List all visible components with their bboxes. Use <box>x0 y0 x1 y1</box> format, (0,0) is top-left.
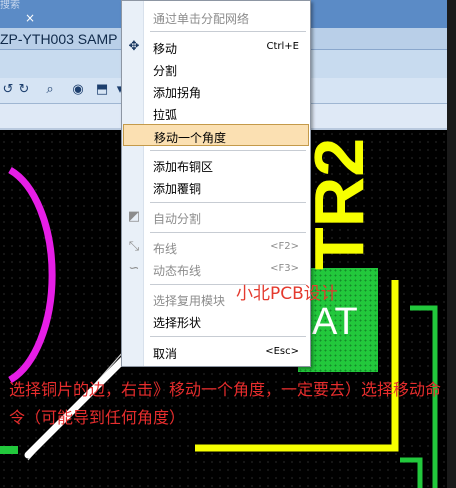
menu-item-dynamic-route[interactable]: ∽ 动态布线 <F3> <box>123 258 309 280</box>
silkscreen-refdes: TR2 <box>300 137 378 270</box>
search-hint: 搜索 <box>0 0 20 11</box>
redo-icon[interactable]: ↻ <box>16 82 32 98</box>
menu-item-split[interactable]: 分割 <box>123 58 309 80</box>
close-icon[interactable]: × <box>24 11 36 25</box>
menu-item-auto-split[interactable]: ◩ 自动分割 <box>123 206 309 228</box>
scrollbar[interactable] <box>447 0 456 488</box>
menu-item-add-copper-pour[interactable]: 添加覆铜 <box>123 176 309 198</box>
menu-separator <box>150 202 306 203</box>
move-icon: ✥ <box>128 39 140 54</box>
undo-icon[interactable]: ↺ <box>0 82 16 98</box>
menu-item-pull-arc[interactable]: 拉弧 <box>123 102 309 124</box>
pad-label: AT <box>312 301 358 343</box>
menu-separator <box>150 31 306 32</box>
dynamic-route-icon: ∽ <box>128 261 140 276</box>
menu-item-add-corner[interactable]: 添加拐角 <box>123 80 309 102</box>
menu-item-cancel[interactable]: 取消 <Esc> <box>123 341 309 363</box>
document-title: ZP-YTH003 SAMP <box>0 31 118 47</box>
menu-item-move-angle[interactable]: 移动一个角度 <box>123 124 309 146</box>
context-menu: 通过单击分配网络 ✥ 移动 Ctrl+E 分割 添加拐角 拉弧 移动一个角度 添… <box>121 0 311 367</box>
menu-separator <box>150 232 306 233</box>
magenta-arc-trace <box>8 166 56 384</box>
menu-item-move[interactable]: ✥ 移动 Ctrl+E <box>123 36 309 58</box>
route-icon[interactable]: ⬒ <box>94 82 110 98</box>
menu-item-assign-net[interactable]: 通过单击分配网络 <box>123 6 309 28</box>
watermark-text: 小北PCB设计 <box>236 284 338 304</box>
menu-separator <box>150 150 306 151</box>
green-trace-inner <box>400 457 423 488</box>
menu-item-select-shape[interactable]: 选择形状 <box>123 310 309 332</box>
route-icon: ⤡ <box>128 239 140 254</box>
menu-separator <box>150 336 306 337</box>
layer-icon[interactable]: ◉ <box>70 82 86 98</box>
annotation-text: 选择铜片的边，右击》移动一个角度，一定要去）选择移动命令（可能导到任何角度） <box>9 380 442 427</box>
menu-item-add-copper-area[interactable]: 添加布铜区 <box>123 154 309 176</box>
zoom-icon[interactable]: ⌕ <box>42 82 58 98</box>
auto-split-icon: ◩ <box>127 209 141 224</box>
menu-item-route[interactable]: ⤡ 布线 <F2> <box>123 236 309 258</box>
